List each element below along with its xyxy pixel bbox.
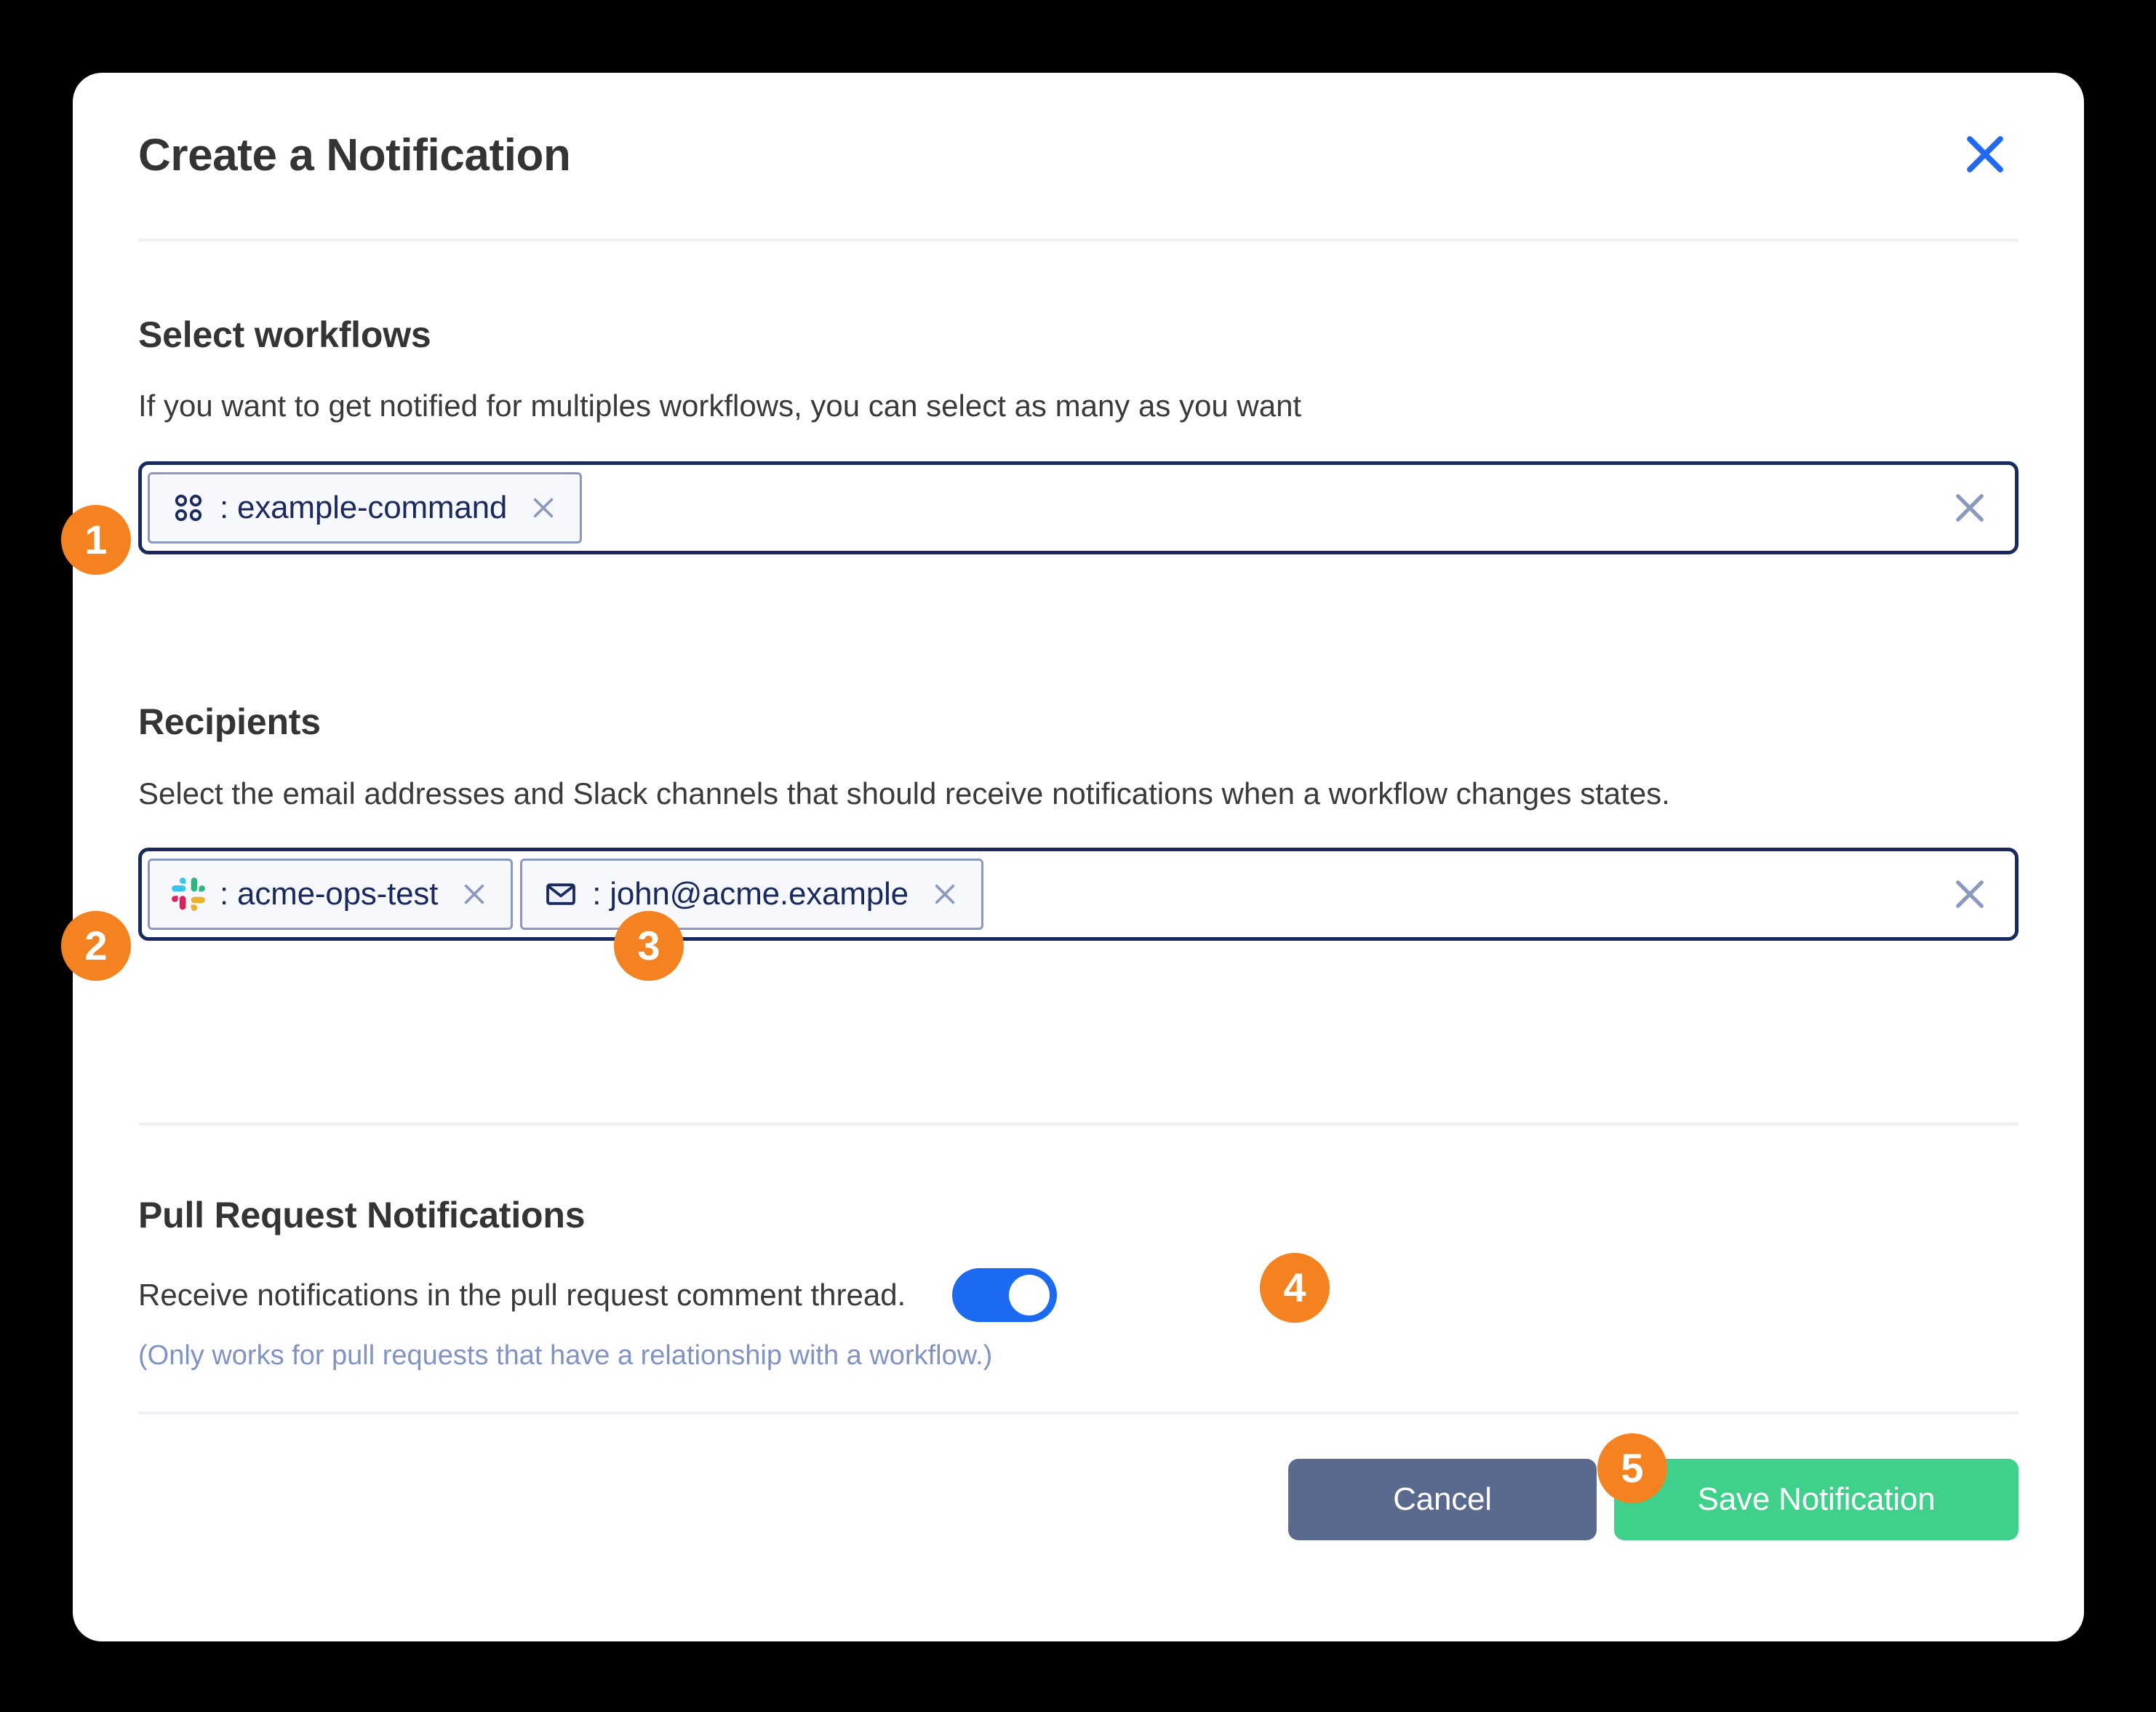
step-badge-5: 5 <box>1597 1433 1667 1503</box>
pull-request-heading: Pull Request Notifications <box>138 1195 586 1235</box>
page-title: Create a Notification <box>138 130 571 180</box>
recipient-chip-list: : acme-ops-test: john@acme.example <box>148 851 1944 937</box>
workflow-chip-label: : example-command <box>220 489 508 525</box>
close-icon <box>1959 128 2011 184</box>
email-icon <box>541 875 580 914</box>
workflow-chip-list: : example-command <box>148 465 1944 551</box>
dialog-header: Create a Notification <box>138 73 2019 239</box>
email-recipient-chip[interactable]: : john@acme.example <box>520 858 983 930</box>
cancel-button[interactable]: Cancel <box>1288 1459 1597 1540</box>
workflows-input[interactable]: : example-command <box>138 461 2019 554</box>
slack-recipient-chip-label: : acme-ops-test <box>220 875 439 912</box>
recipients-input[interactable]: : acme-ops-test: john@acme.example <box>138 847 2019 941</box>
field-clear-icon[interactable] <box>1944 482 1996 534</box>
select-workflows-heading: Select workflows <box>138 314 431 355</box>
close-button[interactable] <box>1952 122 2019 189</box>
create-notification-dialog: Create a Notification Select workflows I… <box>73 73 2084 1641</box>
pull-request-toggle[interactable] <box>952 1268 1058 1322</box>
toggle-knob <box>1009 1275 1050 1315</box>
step-badge-4: 4 <box>1260 1253 1330 1323</box>
pull-request-note: (Only works for pull requests that have … <box>138 1340 993 1371</box>
workflow-grid-icon <box>169 488 208 527</box>
save-notification-button[interactable]: Save Notification <box>1614 1459 2019 1540</box>
chip-remove-icon[interactable] <box>457 877 492 912</box>
dialog-footer: Cancel Save Notification <box>138 1459 2019 1540</box>
footer-divider <box>138 1412 2019 1414</box>
header-divider <box>138 239 2019 242</box>
field-clear-icon[interactable] <box>1944 868 1996 920</box>
recipients-description: Select the email addresses and Slack cha… <box>138 776 1670 811</box>
select-workflows-section: Select workflows If you want to get noti… <box>138 316 2019 554</box>
step-badge-2: 2 <box>61 911 131 981</box>
workflow-chip[interactable]: : example-command <box>148 471 583 544</box>
pull-request-description: Receive notifications in the pull reques… <box>138 1277 906 1312</box>
chip-remove-icon[interactable] <box>927 877 962 912</box>
recipients-heading: Recipients <box>138 701 321 742</box>
step-badge-1: 1 <box>61 505 131 575</box>
select-workflows-description: If you want to get notified for multiple… <box>138 389 1302 423</box>
email-recipient-chip-label: : john@acme.example <box>592 875 909 912</box>
screen-root: Create a Notification Select workflows I… <box>0 0 2156 1712</box>
slack-icon <box>169 875 208 914</box>
pull-request-section: Pull Request Notifications Receive notif… <box>138 1197 2019 1374</box>
step-badge-3: 3 <box>614 911 684 981</box>
slack-recipient-chip[interactable]: : acme-ops-test <box>148 858 514 930</box>
pull-request-divider <box>138 1123 2019 1126</box>
recipients-section: Recipients Select the email addresses an… <box>138 704 2019 941</box>
chip-remove-icon[interactable] <box>526 490 561 525</box>
